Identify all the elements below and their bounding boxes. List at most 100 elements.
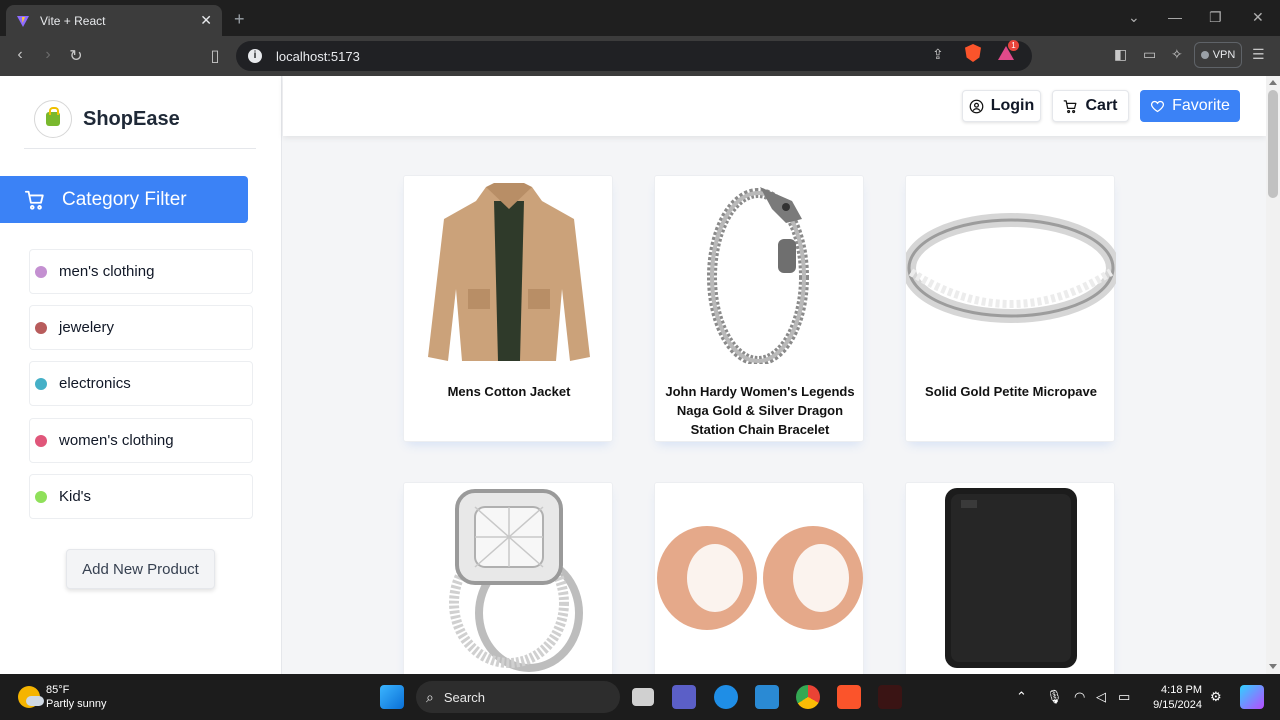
divider (24, 148, 256, 149)
taskbar: 85°F Partly sunny ⌕ Search ⌃ 🎙 ◠ ◁ ▭ 4:1… (0, 674, 1280, 720)
product-card[interactable]: John Hardy Women's Legends Naga Gold & S… (654, 175, 864, 442)
vscode-icon[interactable] (755, 685, 779, 709)
restore-button[interactable]: ❐ (1209, 9, 1222, 26)
category-item-womens-clothing[interactable]: women's clothing (29, 418, 253, 463)
clock[interactable]: 4:18 PM 9/15/2024 (1148, 683, 1202, 713)
weather-widget[interactable]: 85°F Partly sunny (18, 683, 107, 711)
clock-date: 9/15/2024 (1153, 699, 1202, 711)
product-image-rose-gold-plugs (655, 483, 865, 673)
page-scrollbar[interactable] (1266, 76, 1280, 674)
login-button[interactable]: Login (962, 90, 1041, 122)
search-label: Search (443, 689, 486, 705)
scroll-up-arrow-icon[interactable] (1269, 80, 1277, 85)
favorite-label: Favorite (1172, 97, 1230, 114)
product-title: Solid Gold Petite Micropave (925, 384, 1097, 399)
product-image-jacket (404, 176, 614, 366)
bookmark-icon[interactable]: ▯ (205, 46, 225, 66)
chrome-icon[interactable] (796, 685, 820, 709)
menu-icon[interactable]: ☰ (1252, 46, 1265, 63)
forward-icon[interactable]: › (38, 46, 58, 64)
teams-icon[interactable] (672, 685, 696, 709)
new-tab-button[interactable]: + (234, 9, 245, 30)
heart-icon (1151, 100, 1165, 112)
user-circle-icon (969, 99, 984, 113)
brand-name: ShopEase (83, 107, 180, 130)
category-color-dot (35, 490, 47, 503)
wallet-icon[interactable]: ▭ (1143, 46, 1156, 63)
shop-logo-icon (34, 100, 72, 138)
address-bar[interactable]: i localhost:5173 (236, 41, 1032, 71)
scrollbar-thumb[interactable] (1268, 90, 1278, 198)
product-image-bracelet (655, 176, 865, 366)
favorite-button[interactable]: Favorite (1140, 90, 1240, 122)
product-card[interactable] (403, 482, 613, 674)
microphone-icon[interactable]: 🎙 (1046, 689, 1063, 705)
vpn-status-icon (1200, 51, 1209, 59)
temperature: 85°F (46, 684, 70, 696)
category-filter-label: Category Filter (62, 188, 187, 210)
product-image-diamond-ring (404, 483, 614, 673)
recorder-icon[interactable] (878, 685, 902, 709)
leo-ai-icon[interactable]: ✧ (1171, 46, 1183, 63)
rewards-badge: 1 (1008, 40, 1019, 51)
cart-button[interactable]: Cart (1052, 90, 1129, 122)
copilot-icon[interactable] (1240, 685, 1264, 709)
product-card[interactable] (654, 482, 864, 674)
product-title: John Hardy Women's Legends Naga Gold & S… (665, 384, 855, 437)
tray-overflow-icon[interactable]: ⌃ (1016, 689, 1027, 705)
back-icon[interactable]: ‹ (10, 46, 30, 64)
category-label: jewelery (59, 319, 115, 336)
browser-tab-bar: Vite + React ✕ + ⌄ — ❐ ✕ (0, 0, 1280, 36)
category-filter-button[interactable]: Category Filter (0, 176, 248, 223)
edge-icon[interactable] (714, 685, 738, 709)
category-item-kids[interactable]: Kid's (29, 474, 253, 519)
url-text: localhost:5173 (276, 48, 360, 64)
task-view-icon[interactable] (632, 688, 654, 706)
category-label: women's clothing (59, 432, 174, 449)
windows-start-icon[interactable] (380, 685, 404, 709)
product-card[interactable]: Solid Gold Petite Micropave (905, 175, 1116, 442)
product-card[interactable] (905, 482, 1115, 674)
partly-sunny-icon (18, 686, 44, 708)
scroll-down-arrow-icon[interactable] (1269, 664, 1277, 669)
cart-label: Cart (1085, 97, 1118, 114)
weather-text: Partly sunny (46, 698, 107, 710)
category-label: Kid's (59, 488, 92, 505)
tab-search-icon[interactable]: ⌄ (1128, 9, 1140, 26)
vpn-button[interactable]: VPN (1194, 42, 1242, 68)
product-card[interactable]: Mens Cotton Jacket (403, 175, 613, 442)
close-window-button[interactable]: ✕ (1252, 9, 1264, 26)
settings-gear-icon[interactable]: ⚙ (1210, 689, 1222, 705)
brand[interactable]: ShopEase (34, 100, 180, 138)
category-item-jewelery[interactable]: jewelery (29, 305, 253, 350)
taskbar-search[interactable]: ⌕ Search (416, 681, 620, 713)
category-item-mens-clothing[interactable]: men's clothing (29, 249, 253, 294)
tab-close-icon[interactable]: ✕ (200, 12, 212, 29)
cart-icon (1064, 99, 1077, 113)
page: ShopEase Category Filter men's clothing … (0, 76, 1280, 674)
wifi-icon[interactable]: ◠ (1074, 689, 1085, 705)
search-icon: ⌕ (426, 688, 434, 705)
cart-icon (24, 190, 44, 210)
site-info-icon[interactable]: i (248, 49, 262, 63)
reload-icon[interactable]: ↻ (66, 46, 86, 66)
sidebar-toggle-icon[interactable]: ◧ (1114, 46, 1127, 63)
product-image-external-hard-drive (906, 483, 1116, 673)
tab-title: Vite + React (40, 13, 106, 28)
category-color-dot (35, 434, 47, 447)
battery-icon[interactable]: ▭ (1118, 689, 1130, 705)
brave-icon[interactable] (837, 685, 861, 709)
category-color-dot (35, 321, 47, 334)
share-icon[interactable]: ⇪ (932, 46, 944, 63)
category-item-electronics[interactable]: electronics (29, 361, 253, 406)
browser-tab[interactable]: Vite + React ✕ (6, 5, 222, 36)
minimize-button[interactable]: — (1168, 9, 1182, 25)
vpn-label: VPN (1212, 49, 1236, 61)
login-label: Login (990, 97, 1035, 114)
add-new-product-button[interactable]: Add New Product (66, 549, 215, 589)
sidebar: ShopEase Category Filter men's clothing … (0, 76, 282, 674)
volume-icon[interactable]: ◁ (1096, 689, 1106, 705)
browser-toolbar: ‹ › ↻ ▯ i localhost:5173 ⇪ 1 ◧ ▭ ✧ VPN ☰ (0, 36, 1280, 76)
product-title: Mens Cotton Jacket (447, 384, 571, 399)
vite-logo-icon (17, 15, 29, 27)
